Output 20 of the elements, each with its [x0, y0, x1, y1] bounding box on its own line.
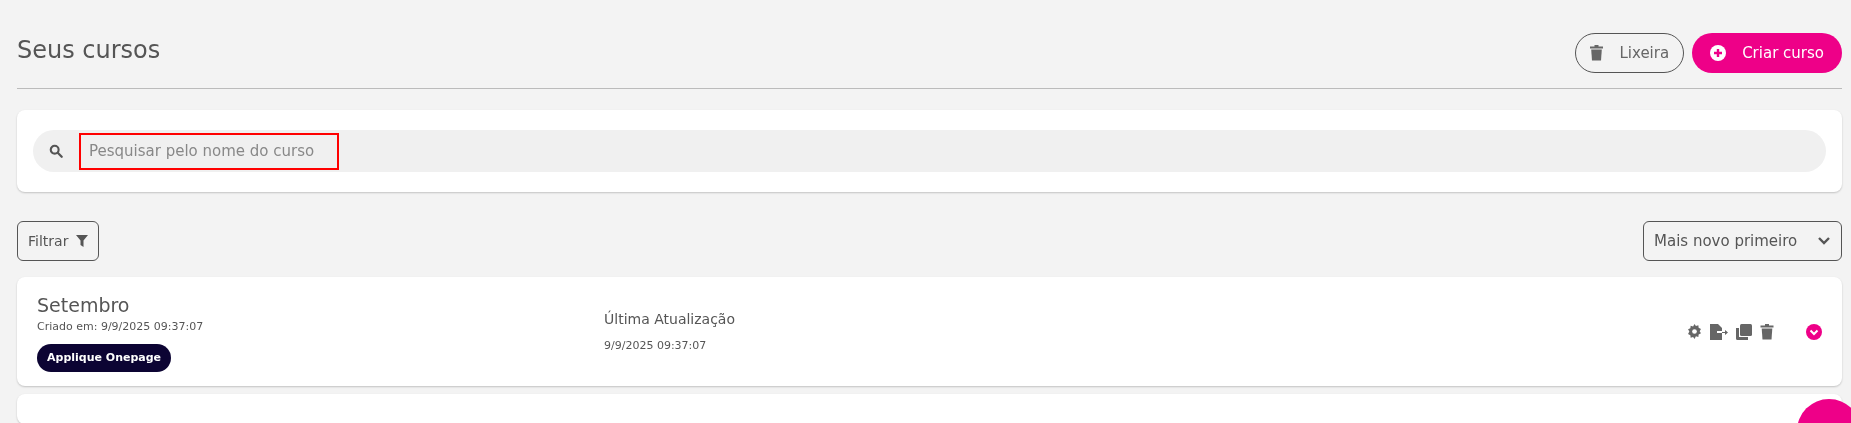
expand-icon[interactable]	[1806, 323, 1822, 340]
plus-circle-icon	[1710, 45, 1727, 61]
sort-select[interactable]: Mais novo primeiro	[1643, 221, 1842, 261]
trash-icon	[1590, 45, 1604, 61]
trash-icon[interactable]	[1760, 323, 1774, 340]
settings-icon[interactable]	[1687, 324, 1702, 339]
course-tag: Applique Onepage	[37, 343, 172, 373]
create-course-button[interactable]: Criar curso	[1692, 33, 1842, 73]
updated-label: Última Atualização	[604, 309, 736, 329]
filter-icon	[76, 235, 89, 247]
page-title: Seus cursos	[17, 35, 161, 65]
course-name: Setembro	[37, 292, 131, 318]
updated-date: 9/9/2025 09:37:07	[604, 337, 708, 354]
search-input[interactable]: Pesquisar pelo nome do curso	[79, 132, 339, 170]
search-icon	[49, 144, 63, 158]
chevron-down-icon	[1817, 236, 1831, 246]
created-date: Criado em: 9/9/2025 09:37:07	[37, 319, 205, 336]
filter-button[interactable]: Filtrar	[17, 221, 100, 261]
file-export-icon[interactable]	[1710, 323, 1728, 340]
copy-icon[interactable]	[1736, 323, 1752, 340]
